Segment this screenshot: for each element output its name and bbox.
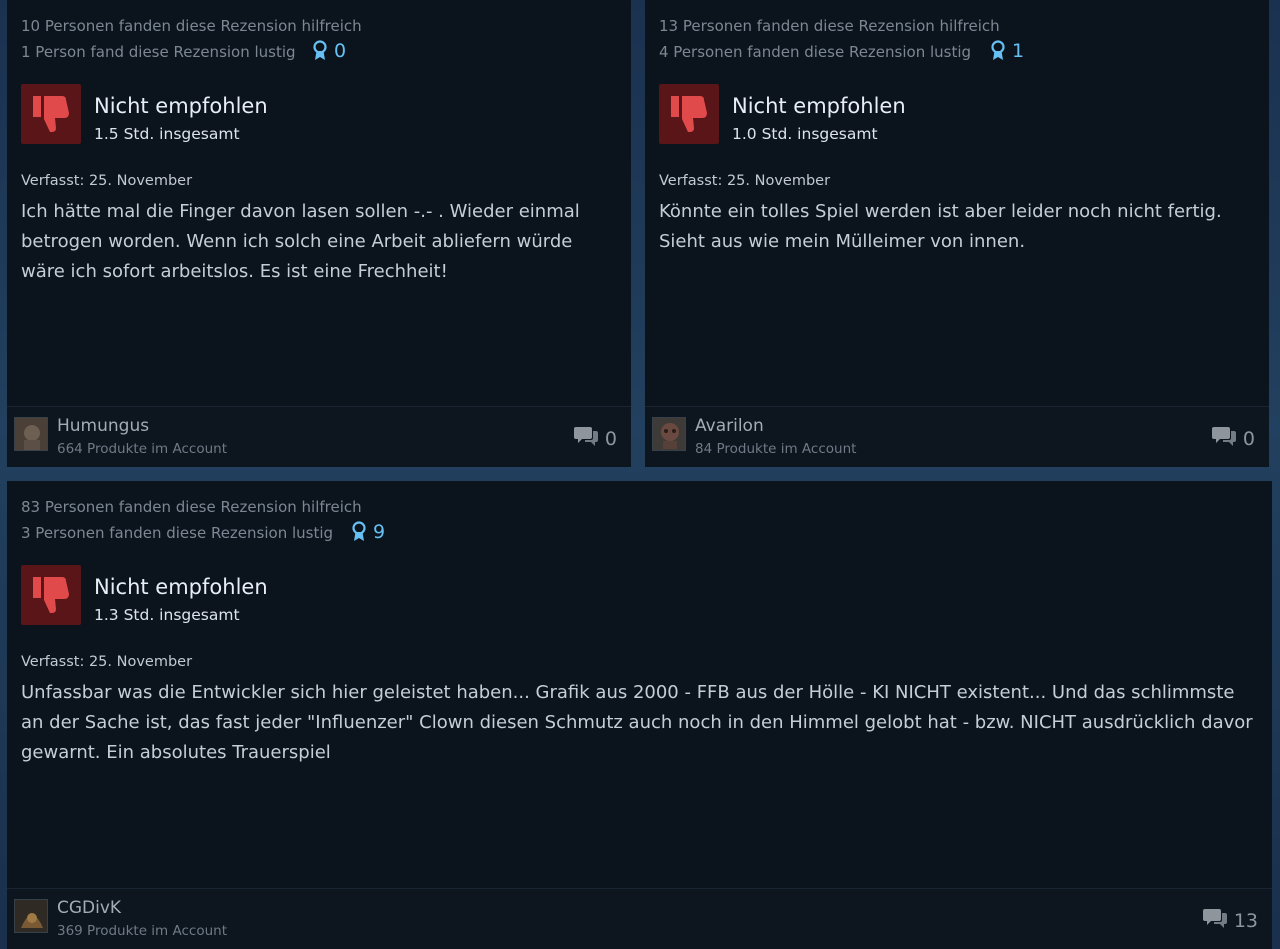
funny-count: 1 Person fand diese Rezension lustig xyxy=(21,43,296,61)
award-count: 0 xyxy=(334,40,347,62)
author-name[interactable]: CGDivK xyxy=(57,898,121,918)
posted-date: Verfasst: 25. November xyxy=(21,173,193,189)
review-text: Ich hätte mal die Finger davon lasen sol… xyxy=(21,201,580,282)
comments-button[interactable]: 0 xyxy=(1211,425,1255,452)
review-text: Könnte ein tolles Spiel werden ist aber … xyxy=(659,201,1222,252)
award-button[interactable]: 1 xyxy=(990,40,1024,62)
award-button[interactable]: 0 xyxy=(312,40,346,62)
avatar[interactable] xyxy=(14,899,48,933)
avatar[interactable] xyxy=(652,417,686,451)
comment-bubbles-icon xyxy=(1202,907,1227,934)
product-count: 369 Produkte im Account xyxy=(57,923,228,939)
award-ribbon-icon xyxy=(351,521,367,543)
comment-bubbles-icon xyxy=(573,425,598,452)
product-count: 84 Produkte im Account xyxy=(695,441,857,457)
award-ribbon-icon xyxy=(990,40,1006,62)
thumbs-down-icon xyxy=(659,84,719,144)
comment-count: 13 xyxy=(1233,909,1258,932)
posted-date: Verfasst: 25. November xyxy=(21,654,193,670)
review-card: 13 Personen fanden diese Rezension hilfr… xyxy=(645,0,1269,467)
playtime: 1.3 Std. insgesamt xyxy=(94,606,240,624)
review-verdict: Nicht empfohlen xyxy=(732,94,906,118)
award-count: 9 xyxy=(373,521,386,543)
review-footer: Humungus 664 Produkte im Account 0 xyxy=(7,406,631,467)
posted-date: Verfasst: 25. November xyxy=(659,173,831,189)
helpful-count: 13 Personen fanden diese Rezension hilfr… xyxy=(659,17,1000,35)
funny-count: 4 Personen fanden diese Rezension lustig xyxy=(659,43,972,61)
comments-button[interactable]: 0 xyxy=(573,425,617,452)
review-card: 83 Personen fanden diese Rezension hilfr… xyxy=(7,481,1272,949)
comments-button[interactable]: 13 xyxy=(1202,907,1258,934)
review-footer: CGDivK 369 Produkte im Account 13 xyxy=(7,888,1272,949)
comment-count: 0 xyxy=(1242,427,1255,450)
award-count: 1 xyxy=(1012,40,1025,62)
helpful-count: 83 Personen fanden diese Rezension hilfr… xyxy=(21,498,362,516)
award-ribbon-icon xyxy=(312,40,328,62)
review-verdict: Nicht empfohlen xyxy=(94,575,268,599)
thumbs-down-icon xyxy=(21,565,81,625)
playtime: 1.5 Std. insgesamt xyxy=(94,125,240,143)
funny-count: 3 Personen fanden diese Rezension lustig xyxy=(21,524,334,542)
author-name[interactable]: Humungus xyxy=(57,416,149,436)
helpful-count: 10 Personen fanden diese Rezension hilfr… xyxy=(21,17,362,35)
comment-bubbles-icon xyxy=(1211,425,1236,452)
review-card: 10 Personen fanden diese Rezension hilfr… xyxy=(7,0,631,467)
award-button[interactable]: 9 xyxy=(351,521,385,543)
comment-count: 0 xyxy=(604,427,617,450)
review-footer: Avarilon 84 Produkte im Account 0 xyxy=(645,406,1269,467)
author-name[interactable]: Avarilon xyxy=(695,416,764,436)
product-count: 664 Produkte im Account xyxy=(57,441,228,457)
review-text: Unfassbar was die Entwickler sich hier g… xyxy=(21,682,1253,763)
thumbs-down-icon xyxy=(21,84,81,144)
review-verdict: Nicht empfohlen xyxy=(94,94,268,118)
playtime: 1.0 Std. insgesamt xyxy=(732,125,878,143)
avatar[interactable] xyxy=(14,417,48,451)
